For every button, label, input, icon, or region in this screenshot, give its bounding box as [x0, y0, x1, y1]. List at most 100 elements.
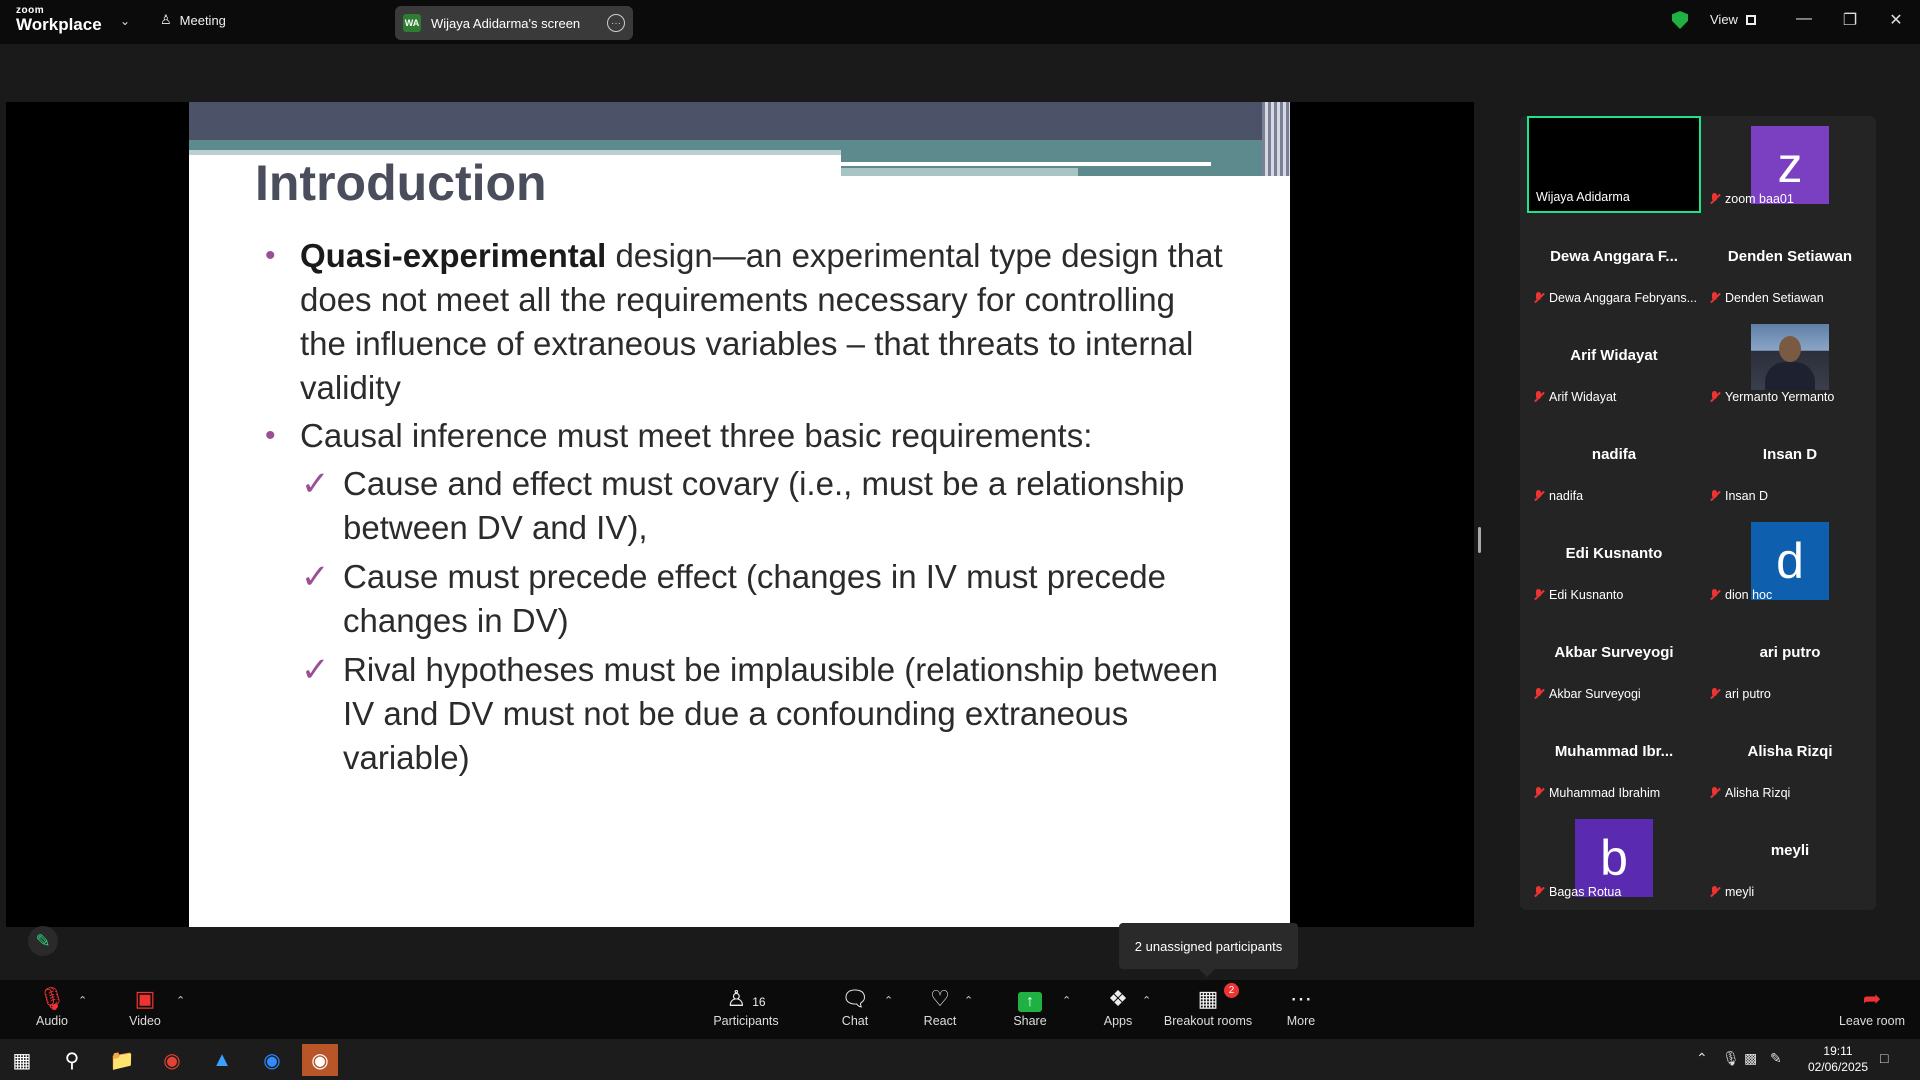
leave-room-button[interactable]: ➦ Leave room [1832, 986, 1912, 1028]
participant-tile[interactable]: Arif Widayat Arif Widayat [1527, 314, 1701, 411]
participant-tile[interactable]: Wijaya Adidarma [1527, 116, 1701, 213]
participant-display-name: nadifa [1591, 445, 1637, 463]
participant-tile[interactable]: Alisha Rizqi Alisha Rizqi [1703, 710, 1877, 807]
video-options-caret-icon[interactable]: ⌃ [176, 994, 185, 1007]
view-label: View [1710, 12, 1738, 27]
minimize-icon[interactable]: — [1794, 10, 1814, 28]
participant-tile[interactable]: ari putro ari putro [1703, 611, 1877, 708]
mic-muted-icon [1710, 490, 1720, 502]
participant-tile[interactable]: Edi Kusnanto Edi Kusnanto [1527, 512, 1701, 609]
participant-tile[interactable]: Muhammad Ibr... Muhammad Ibrahim [1527, 710, 1701, 807]
chat-options-caret-icon[interactable]: ⌃ [884, 994, 893, 1007]
chevron-down-icon[interactable]: ⌄ [120, 14, 130, 28]
search-icon[interactable]: ⚲ [54, 1044, 90, 1076]
check-item: ✓ Cause and effect must covary (i.e., mu… [265, 462, 1225, 550]
more-label: More [1286, 1014, 1316, 1028]
clock-time: 19:11 [1823, 1044, 1853, 1058]
participant-tile[interactable]: z zoom baa01 [1703, 116, 1877, 213]
video-button[interactable]: ▣ Video [110, 986, 180, 1028]
participant-display-name: Muhammad Ibr... [1554, 742, 1674, 760]
slide-accent-stripe-2 [841, 168, 1078, 176]
view-button[interactable]: View [1710, 12, 1756, 27]
taskbar-clock[interactable]: 19:11 02/06/2025 [1808, 1043, 1868, 1075]
app-icon[interactable]: ▲ [204, 1044, 240, 1076]
mic-muted-icon [1534, 688, 1544, 700]
bullet-item: Quasi-experimental design—an experimenta… [265, 234, 1225, 410]
audio-options-caret-icon[interactable]: ⌃ [78, 994, 87, 1007]
bullet-text: Causal inference must meet three basic r… [300, 417, 1093, 454]
apps-label: Apps [1103, 1014, 1133, 1028]
apps-options-caret-icon[interactable]: ⌃ [1142, 994, 1151, 1007]
participant-tile[interactable]: b Bagas Rotua [1527, 809, 1701, 906]
close-icon[interactable]: ✕ [1886, 10, 1906, 30]
zoom-logo: zoom Workplace [16, 6, 102, 34]
chat-label: Chat [841, 1014, 869, 1028]
more-icon: ⋯ [1290, 986, 1312, 1011]
microphone-tray-icon[interactable]: 🎙 [1722, 1050, 1740, 1067]
breakout-rooms-button[interactable]: ▦ 2 Breakout rooms [1163, 983, 1253, 1028]
participant-tile[interactable]: Yermanto Yermanto [1703, 314, 1877, 411]
participant-gallery: Wijaya Adidarma z zoom baa01 Dewa Anggara F… [1520, 116, 1876, 910]
check-text: Cause and effect must covary (i.e., must… [343, 465, 1185, 546]
chat-button[interactable]: 🗨 Chat [820, 986, 890, 1028]
check-item: ✓ Cause must precede effect (changes in … [265, 555, 1225, 643]
chrome-active-icon[interactable]: ◉ [302, 1044, 338, 1076]
participant-tile[interactable]: Dewa Anggara F... Dewa Anggara Febryans..… [1527, 215, 1701, 312]
mic-muted-icon [1534, 787, 1544, 799]
participant-tile[interactable]: Insan D Insan D [1703, 413, 1877, 510]
participant-name: Insan D [1725, 489, 1769, 503]
react-button[interactable]: ♡ React [905, 986, 975, 1028]
screen-share-pill[interactable]: WA Wijaya Adidarma's screen ··· [395, 6, 633, 40]
audio-button[interactable]: 🎙 Audio [17, 986, 87, 1028]
network-tray-icon[interactable]: ▩ [1744, 1050, 1757, 1067]
participant-caption: Bagas Rotua [1534, 885, 1621, 899]
mic-muted-icon [1710, 886, 1720, 898]
mic-muted-icon [1534, 589, 1544, 601]
windows-start-icon[interactable]: ▦ [4, 1044, 40, 1076]
participant-name: nadifa [1549, 489, 1584, 503]
participant-display-name: Edi Kusnanto [1565, 544, 1663, 562]
participant-caption: ari putro [1710, 687, 1771, 701]
annotate-pencil-icon[interactable]: ✎ [28, 926, 58, 956]
leave-door-icon: ➦ [1862, 986, 1882, 1011]
share-button[interactable]: ↑ Share [995, 986, 1065, 1028]
mic-muted-icon [1534, 292, 1544, 304]
tray-overflow-icon[interactable]: ⌃ [1696, 1050, 1708, 1067]
mic-muted-icon [1710, 193, 1720, 205]
participant-name: ari putro [1725, 687, 1771, 701]
more-options-icon[interactable]: ··· [607, 14, 625, 32]
breakout-label: Breakout rooms [1163, 1014, 1253, 1028]
more-button[interactable]: ⋯ More [1266, 986, 1336, 1028]
chrome-icon[interactable]: ◉ [154, 1044, 190, 1076]
presentation-slide: Introduction Quasi-experimental design—a… [189, 102, 1290, 927]
mic-muted-icon [1534, 391, 1544, 403]
participant-display-name: meyli [1770, 841, 1810, 859]
participant-name: Dewa Anggara Febryans... [1549, 291, 1697, 305]
participant-tile[interactable]: d dion hoc [1703, 512, 1877, 609]
restore-icon[interactable]: ❐ [1840, 10, 1860, 30]
participant-tile[interactable]: Akbar Surveyogi Akbar Surveyogi [1527, 611, 1701, 708]
zoom-taskbar-icon[interactable]: ◉ [254, 1044, 290, 1076]
participant-tile[interactable]: nadifa nadifa [1527, 413, 1701, 510]
participant-tile[interactable]: Denden Setiawan Denden Setiawan [1703, 215, 1877, 312]
share-icon: ↑ [995, 986, 1065, 1012]
file-explorer-icon[interactable]: 📁 [104, 1044, 140, 1076]
react-options-caret-icon[interactable]: ⌃ [964, 994, 973, 1007]
video-off-icon: ▣ [134, 986, 156, 1011]
participants-button[interactable]: ♙ 16 Participants [711, 986, 781, 1028]
mic-muted-icon: 🎙 [38, 986, 66, 1011]
breakout-tooltip: 2 unassigned participants [1119, 923, 1298, 977]
participant-tile[interactable]: meyli meyli [1703, 809, 1877, 906]
participant-name: Denden Setiawan [1725, 291, 1824, 305]
participant-caption: dion hoc [1710, 588, 1772, 602]
breakout-badge: 2 [1224, 983, 1239, 998]
participant-name: Arif Widayat [1549, 390, 1617, 404]
meeting-button[interactable]: ♙ Meeting [160, 12, 226, 28]
participant-caption: Arif Widayat [1534, 390, 1616, 404]
share-options-caret-icon[interactable]: ⌃ [1062, 994, 1071, 1007]
security-shield-icon[interactable] [1672, 11, 1688, 29]
pen-tray-icon[interactable]: ✎ [1770, 1050, 1782, 1067]
gallery-resize-handle[interactable] [1478, 527, 1481, 553]
apps-button[interactable]: ❖ Apps [1083, 986, 1153, 1028]
notifications-icon[interactable]: □ [1880, 1050, 1888, 1066]
